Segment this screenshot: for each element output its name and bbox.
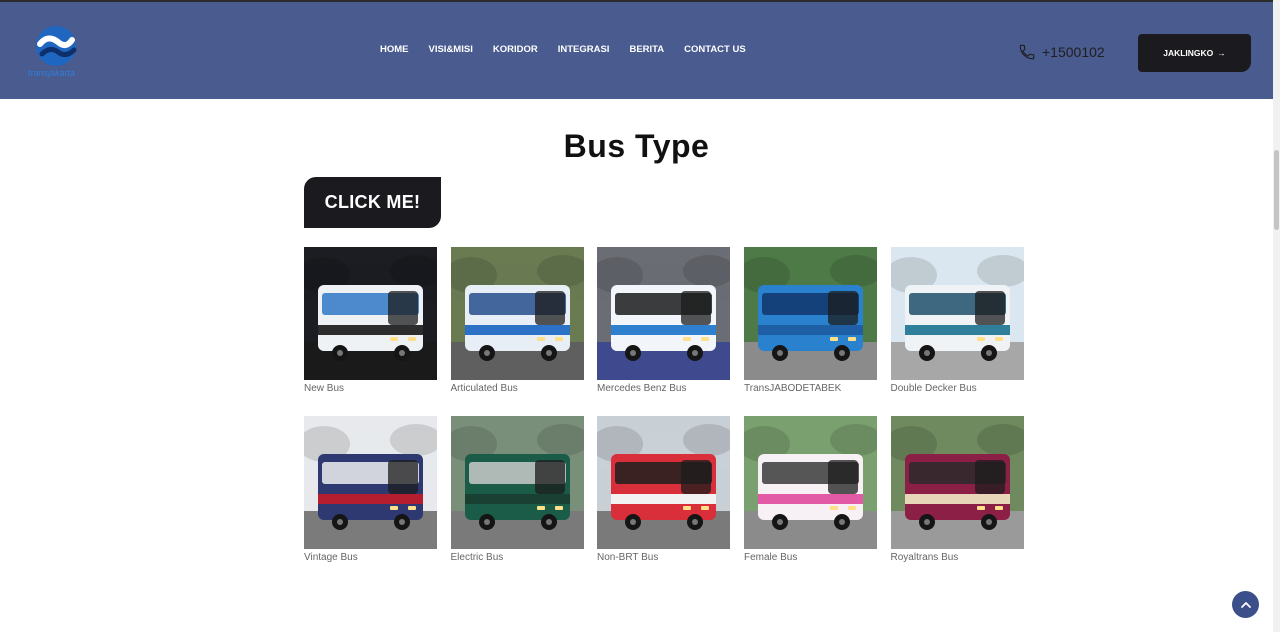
main-nav: HOME VISI&MISI KORIDOR INTEGRASI BERITA … xyxy=(380,44,766,55)
bus-card[interactable]: Electric Bus xyxy=(450,416,584,563)
page-title: Bus Type xyxy=(563,128,710,164)
bus-card[interactable]: Non-BRT Bus xyxy=(597,416,730,563)
bus-photo-icon xyxy=(890,416,1024,549)
bus-caption: Non-BRT Bus xyxy=(597,552,659,563)
bus-image[interactable] xyxy=(597,247,730,380)
bus-caption: Electric Bus xyxy=(450,552,504,563)
bus-photo-icon xyxy=(744,247,877,380)
bus-photo-icon xyxy=(450,416,584,549)
bus-photo-icon xyxy=(744,416,877,549)
bus-image[interactable] xyxy=(304,416,437,549)
nav-berita[interactable]: BERITA xyxy=(629,44,664,55)
bus-photo-icon xyxy=(890,247,1024,380)
bus-image[interactable] xyxy=(597,416,730,549)
bus-image[interactable] xyxy=(744,247,877,380)
bus-caption: Articulated Bus xyxy=(450,383,518,394)
bus-caption: Vintage Bus xyxy=(304,552,358,563)
jaklingko-button[interactable]: JAKLINGKO → xyxy=(1138,34,1251,72)
bus-image[interactable] xyxy=(890,247,1024,380)
bus-card[interactable]: Mercedes Benz Bus xyxy=(597,247,730,394)
nav-koridor[interactable]: KORIDOR xyxy=(493,44,538,55)
chevron-up-icon xyxy=(1240,601,1251,608)
bus-caption: Mercedes Benz Bus xyxy=(597,383,687,394)
click-me-button[interactable]: CLICK ME! xyxy=(304,177,441,228)
bus-image[interactable] xyxy=(450,416,584,549)
nav-contact-us[interactable]: CONTACT US xyxy=(684,44,746,55)
bus-photo-icon xyxy=(304,416,437,549)
scrollbar-thumb[interactable] xyxy=(1274,150,1279,230)
bus-image[interactable] xyxy=(450,247,584,380)
bus-caption: New Bus xyxy=(304,383,345,394)
phone-number: +1500102 xyxy=(1042,44,1105,60)
bus-card[interactable]: Female Bus xyxy=(744,416,877,563)
site-header: transjakarta HOME VISI&MISI KORIDOR INTE… xyxy=(0,2,1273,99)
jaklingko-label: JAKLINGKO xyxy=(1163,48,1214,58)
bus-caption: TransJABODETABEK xyxy=(744,383,842,394)
logo-text: transjakarta xyxy=(28,68,76,78)
nav-home[interactable]: HOME xyxy=(380,44,409,55)
bus-image[interactable] xyxy=(890,416,1024,549)
nav-integrasi[interactable]: INTEGRASI xyxy=(558,44,610,55)
phone-contact[interactable]: +1500102 xyxy=(1018,43,1105,61)
bus-photo-icon xyxy=(304,247,437,380)
bus-card[interactable]: Royaltrans Bus xyxy=(890,416,1024,563)
bus-card[interactable]: New Bus xyxy=(304,247,437,394)
bus-card[interactable]: TransJABODETABEK xyxy=(744,247,877,394)
transjakarta-logo[interactable]: transjakarta xyxy=(28,24,88,82)
back-to-top-button[interactable] xyxy=(1232,591,1259,618)
bus-card[interactable]: Double Decker Bus xyxy=(890,247,1024,394)
bus-photo-icon xyxy=(450,247,584,380)
bus-card[interactable]: Vintage Bus xyxy=(304,416,437,563)
bus-photo-icon xyxy=(597,416,730,549)
nav-visi-misi[interactable]: VISI&MISI xyxy=(429,44,473,55)
scrollbar[interactable] xyxy=(1273,0,1280,632)
bus-caption: Female Bus xyxy=(744,552,798,563)
arrow-right-icon: → xyxy=(1217,48,1226,58)
logo-icon xyxy=(36,26,77,66)
bus-image[interactable] xyxy=(304,247,437,380)
bus-caption: Royaltrans Bus xyxy=(890,552,959,563)
phone-icon xyxy=(1019,44,1035,60)
bus-image[interactable] xyxy=(744,416,877,549)
bus-photo-icon xyxy=(597,247,730,380)
bus-card[interactable]: Articulated Bus xyxy=(450,247,584,394)
bus-caption: Double Decker Bus xyxy=(890,383,977,394)
